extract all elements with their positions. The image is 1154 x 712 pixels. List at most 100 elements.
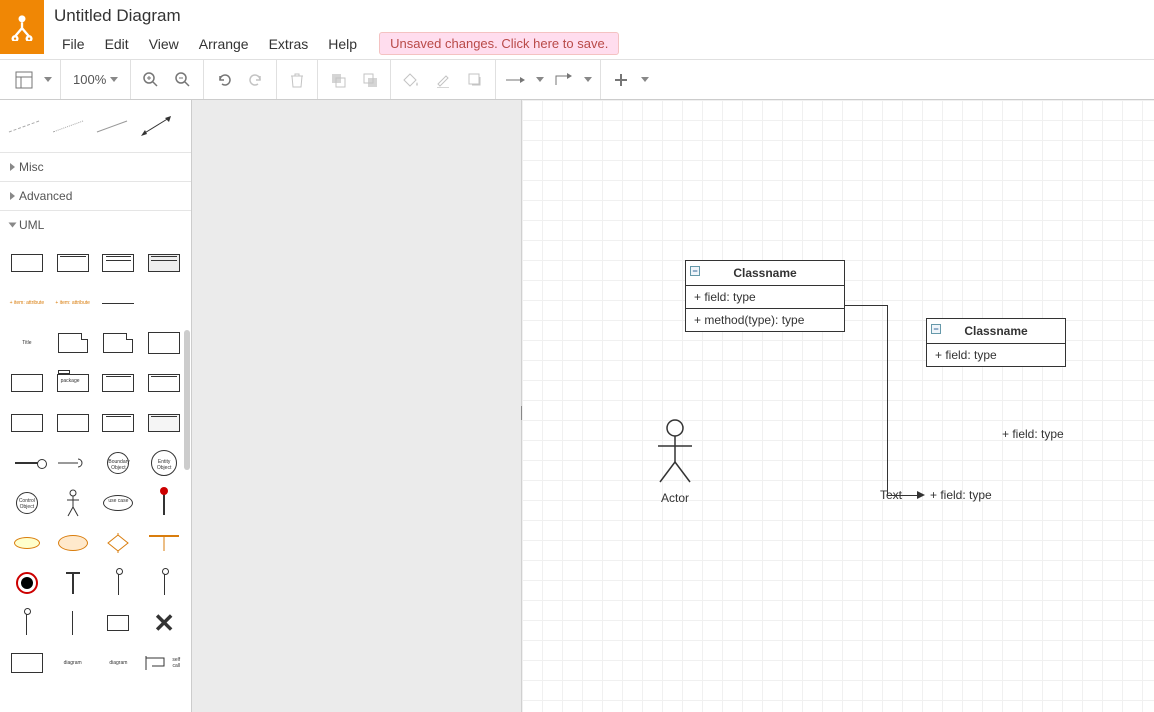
zoom-out-button[interactable] [171, 68, 195, 92]
stencil-msg[interactable]: diagram [52, 645, 94, 681]
menubar: File Edit View Arrange Extras Help Unsav… [54, 32, 1154, 55]
sidebar: Misc Advanced UML + item: attribute + it… [0, 100, 192, 712]
uml-actor[interactable]: Actor [650, 418, 700, 505]
uml-class-1[interactable]: − Classname + field: type + method(type):… [685, 260, 845, 332]
edge-1[interactable] [845, 305, 925, 500]
shape-dashed-line[interactable] [2, 108, 46, 144]
document-title[interactable]: Untitled Diagram [54, 0, 1154, 26]
stencil-fork[interactable] [143, 525, 185, 561]
chevron-right-icon [10, 163, 15, 171]
stencil-comp3[interactable] [143, 365, 185, 401]
chevron-down-icon [44, 77, 52, 82]
edge-label[interactable]: Text [880, 488, 902, 502]
stencil-spacer[interactable] [143, 285, 185, 321]
sidebar-scrollbar[interactable] [183, 100, 191, 712]
stencil-entity[interactable]: Entity Object [143, 445, 185, 481]
fill-color-button[interactable] [399, 68, 423, 92]
app-logo[interactable] [0, 0, 44, 54]
stencil-title[interactable]: Title [6, 325, 48, 361]
menu-view[interactable]: View [141, 33, 187, 55]
menu-extras[interactable]: Extras [261, 33, 317, 55]
class-method[interactable]: + method(type): type [686, 308, 844, 331]
stencil-block[interactable] [6, 405, 48, 441]
stencil-block2[interactable] [52, 405, 94, 441]
stencil-actor[interactable] [52, 485, 94, 521]
stencil-item-orange2[interactable]: + item: attribute [52, 285, 94, 321]
undo-button[interactable] [212, 68, 236, 92]
stencil-block3[interactable] [98, 405, 140, 441]
delete-button[interactable] [285, 68, 309, 92]
section-misc[interactable]: Misc [0, 153, 191, 181]
redo-button[interactable] [244, 68, 268, 92]
menu-edit[interactable]: Edit [97, 33, 137, 55]
stencil-boundary[interactable]: BoundaryObject [98, 445, 140, 481]
stencil-block4[interactable] [143, 405, 185, 441]
stencil-socket[interactable] [52, 445, 94, 481]
stencil-rect[interactable] [98, 605, 140, 641]
to-back-button[interactable] [358, 68, 382, 92]
chevron-down-icon [584, 77, 592, 82]
line-color-button[interactable] [431, 68, 455, 92]
class-field[interactable]: + field: type [927, 344, 1065, 366]
view-mode-button[interactable] [12, 68, 36, 92]
stencil-lifeline2[interactable] [143, 565, 185, 601]
stencil-decision[interactable] [98, 525, 140, 561]
insert-button[interactable] [609, 68, 633, 92]
to-front-button[interactable] [326, 68, 350, 92]
stencil-end[interactable] [6, 565, 48, 601]
stencil-lollipop[interactable] [6, 445, 48, 481]
chevron-right-icon [10, 192, 15, 200]
stencil-vline-dot[interactable] [6, 605, 48, 641]
menu-help[interactable]: Help [320, 33, 365, 55]
stencil-object[interactable] [6, 245, 48, 281]
waypoint-button[interactable] [552, 68, 576, 92]
stencil-frame2[interactable] [6, 645, 48, 681]
zoom-select[interactable]: 100% [69, 72, 122, 87]
class-title: Classname [733, 266, 796, 280]
header: Untitled Diagram File Edit View Arrange … [0, 0, 1154, 60]
stencil-pin-red[interactable] [143, 485, 185, 521]
stencil-vline[interactable] [52, 605, 94, 641]
stencil-msg2[interactable]: diagram [98, 645, 140, 681]
zoom-in-button[interactable] [139, 68, 163, 92]
stencil-class3[interactable] [98, 245, 140, 281]
menu-arrange[interactable]: Arrange [191, 33, 257, 55]
stencil-comp2[interactable] [98, 365, 140, 401]
connection-button[interactable] [504, 68, 528, 92]
stencil-lifeline[interactable] [98, 565, 140, 601]
uml-class-2[interactable]: −Classname + field: type [926, 318, 1066, 367]
floating-field-1[interactable]: + field: type [1002, 427, 1064, 441]
stencil-package[interactable]: package [52, 365, 94, 401]
shape-dotted-line[interactable] [46, 108, 90, 144]
stencil-component[interactable] [6, 365, 48, 401]
stencil-selfcall[interactable]: self call [143, 645, 185, 681]
shadow-button[interactable] [463, 68, 487, 92]
canvas[interactable]: −Classname + field: type + method(type):… [522, 100, 1154, 712]
stencil-activity[interactable] [6, 525, 48, 561]
section-advanced[interactable]: Advanced [0, 182, 191, 210]
floating-field-2[interactable]: + field: type [930, 488, 992, 502]
stencil-frame[interactable] [143, 325, 185, 361]
menu-file[interactable]: File [54, 33, 93, 55]
stencil-note2[interactable] [98, 325, 140, 361]
section-uml[interactable]: UML [0, 211, 191, 239]
stencil-divider[interactable] [98, 285, 140, 321]
shape-bidir-arrow[interactable] [134, 108, 178, 144]
stencil-item-orange[interactable]: + item: attribute [6, 285, 48, 321]
save-notice[interactable]: Unsaved changes. Click here to save. [379, 32, 619, 55]
stencil-note[interactable] [52, 325, 94, 361]
section-label: Misc [19, 160, 44, 174]
canvas-container: −Classname + field: type + method(type):… [192, 100, 1154, 712]
outline-pane[interactable] [192, 100, 522, 712]
stencil-class4[interactable] [143, 245, 185, 281]
stencil-control[interactable]: ControlObject [6, 485, 48, 521]
stencil-tbar[interactable] [52, 565, 94, 601]
stencil-state[interactable] [52, 525, 94, 561]
class-field[interactable]: + field: type [686, 286, 844, 308]
collapse-icon[interactable]: − [931, 324, 941, 334]
stencil-destroy[interactable]: ✕ [143, 605, 185, 641]
stencil-usecase[interactable]: use case [98, 485, 140, 521]
stencil-interface[interactable] [52, 245, 94, 281]
collapse-icon[interactable]: − [690, 266, 700, 276]
shape-line[interactable] [90, 108, 134, 144]
